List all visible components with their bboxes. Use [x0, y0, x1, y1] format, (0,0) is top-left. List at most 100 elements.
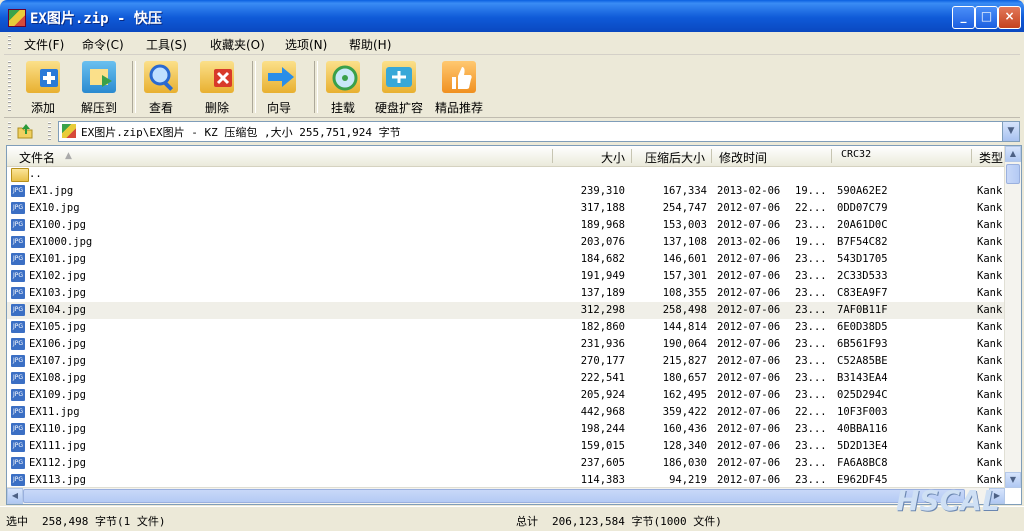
table-row[interactable]: JPG EX1.jpg 239,310 167,334 2013-02-06 19... 5… [7, 183, 1005, 200]
add-button[interactable]: 添加 [12, 59, 74, 115]
close-button[interactable]: × [998, 6, 1021, 29]
file-packed-size: 180,657 [662, 372, 707, 384]
table-row[interactable]: JPG EX101.jpg 184,682 146,601 2012-07-06 23..… [7, 251, 1005, 268]
column-type[interactable]: 类型 [979, 149, 1003, 166]
file-packed-size: 167,334 [662, 185, 707, 197]
delete-button[interactable]: 删除 [186, 59, 248, 115]
menu-options[interactable]: 选项(N) [285, 36, 327, 53]
scroll-left-button[interactable]: ◀ [7, 488, 23, 504]
recommend-button[interactable]: 精品推荐 [428, 59, 490, 115]
title-bar[interactable]: EX图片.zip - 快压 _ □ × [0, 0, 1024, 32]
path-dropdown-button[interactable]: ▼ [1002, 122, 1019, 141]
address-grip[interactable] [8, 122, 11, 140]
wizard-button[interactable]: 向导 [248, 59, 310, 115]
toolbar-grip[interactable] [8, 61, 11, 113]
table-row[interactable]: JPG EX111.jpg 159,015 128,340 2012-07-06 23..… [7, 438, 1005, 455]
menu-command[interactable]: 命令(C) [82, 36, 124, 53]
jpg-file-icon: JPG [11, 389, 25, 401]
extract-to-button[interactable]: 解压到 [68, 59, 130, 115]
file-date: 2012-07-06 [717, 355, 781, 367]
file-packed-size: 359,422 [662, 406, 707, 418]
menu-grip[interactable] [8, 35, 11, 51]
menu-file[interactable]: 文件(F) [24, 36, 64, 53]
minimize-button[interactable]: _ [952, 6, 975, 29]
file-time: 23... [795, 440, 827, 452]
table-row[interactable]: JPG EX11.jpg 442,968 359,422 2012-07-06 22...… [7, 404, 1005, 421]
up-folder-button[interactable] [14, 122, 36, 140]
file-name: EX109.jpg [29, 389, 86, 401]
add-label: 添加 [30, 101, 55, 115]
column-size[interactable]: 大小 [601, 149, 625, 166]
file-size: 159,015 [580, 440, 625, 452]
file-list[interactable]: 文件名 ▲ 大小 压缩后大小 修改时间 CRC32 类型 .. JPG EX1.j… [6, 145, 1022, 505]
table-row[interactable]: JPG EX108.jpg 222,541 180,657 2012-07-06 23..… [7, 370, 1005, 387]
view-button[interactable]: 查看 [130, 59, 192, 115]
scroll-up-button[interactable]: ▲ [1005, 146, 1021, 162]
file-time: 23... [795, 389, 827, 401]
column-crc[interactable]: CRC32 [841, 149, 871, 160]
table-row[interactable]: JPG EX106.jpg 231,936 190,064 2012-07-06 23..… [7, 336, 1005, 353]
file-packed-size: 258,498 [662, 304, 707, 316]
table-row[interactable]: JPG EX112.jpg 237,605 186,030 2012-07-06 23..… [7, 455, 1005, 472]
table-row[interactable]: JPG EX104.jpg 312,298 258,498 2012-07-06 23..… [7, 302, 1005, 319]
file-date: 2012-07-06 [717, 253, 781, 265]
table-row[interactable]: JPG EX107.jpg 270,177 215,827 2012-07-06 23..… [7, 353, 1005, 370]
jpg-file-icon: JPG [11, 270, 25, 282]
horizontal-scroll-thumb[interactable] [23, 489, 965, 503]
table-row[interactable]: JPG EX100.jpg 189,968 153,003 2012-07-06 23..… [7, 217, 1005, 234]
file-date: 2012-07-06 [717, 304, 781, 316]
file-size: 198,244 [580, 423, 625, 435]
table-row[interactable]: JPG EX1000.jpg 203,076 137,108 2013-02-06 19.… [7, 234, 1005, 251]
path-field[interactable]: EX图片.zip\EX图片 - KZ 压缩包 ,大小 255,751,924 字… [58, 121, 1020, 142]
file-size: 270,177 [580, 355, 625, 367]
table-row[interactable]: JPG EX109.jpg 205,924 162,495 2012-07-06 23..… [7, 387, 1005, 404]
jpg-file-icon: JPG [11, 253, 25, 265]
menu-help[interactable]: 帮助(H) [349, 36, 391, 53]
table-row[interactable]: JPG EX102.jpg 191,949 157,301 2012-07-06 23..… [7, 268, 1005, 285]
menu-tools[interactable]: 工具(S) [146, 36, 187, 53]
table-row[interactable]: JPG EX10.jpg 317,188 254,747 2012-07-06 22...… [7, 200, 1005, 217]
file-crc: 40BBA116 [837, 423, 888, 435]
column-divider[interactable] [552, 149, 553, 163]
table-row[interactable]: JPG EX110.jpg 198,244 160,436 2012-07-06 23..… [7, 421, 1005, 438]
menu-bar: 文件(F) 命令(C) 工具(S) 收藏夹(O) 选项(N) 帮助(H) [4, 32, 1020, 55]
file-name: EX100.jpg [29, 219, 86, 231]
up-arrow-icon [17, 124, 33, 139]
file-size: 312,298 [580, 304, 625, 316]
file-size: 239,310 [580, 185, 625, 197]
file-crc: 0DD07C79 [837, 202, 888, 214]
table-row[interactable]: JPG EX103.jpg 137,189 108,355 2012-07-06 23..… [7, 285, 1005, 302]
column-modified[interactable]: 修改时间 [719, 149, 767, 166]
file-time: 23... [795, 270, 827, 282]
disk-expand-button[interactable]: 硬盘扩容 [368, 59, 430, 115]
file-type: Kank [977, 440, 1003, 452]
file-packed-size: 94,219 [669, 474, 707, 486]
mount-button[interactable]: 挂载 [312, 59, 374, 115]
address-grip[interactable] [48, 122, 51, 140]
jpg-file-icon: JPG [11, 219, 25, 231]
status-total-value: 206,123,584 字节(1000 文件) [552, 515, 722, 528]
parent-folder-row[interactable]: .. [7, 166, 1005, 183]
file-packed-size: 108,355 [662, 287, 707, 299]
file-time: 23... [795, 219, 827, 231]
file-type: Kank [977, 338, 1003, 350]
maximize-button[interactable]: □ [975, 6, 998, 29]
column-divider[interactable] [711, 149, 712, 163]
jpg-file-icon: JPG [11, 355, 25, 367]
menu-favorites[interactable]: 收藏夹(O) [210, 36, 265, 53]
file-date: 2012-07-06 [717, 372, 781, 384]
horizontal-scrollbar[interactable]: ◀ ▶ [7, 487, 1005, 504]
status-total-label: 总计 [516, 515, 538, 528]
column-divider[interactable] [971, 149, 972, 163]
column-packed[interactable]: 压缩后大小 [645, 149, 705, 166]
vertical-scrollbar[interactable]: ▲ ▼ [1004, 146, 1021, 488]
file-date: 2012-07-06 [717, 423, 781, 435]
table-row[interactable]: JPG EX105.jpg 182,860 144,814 2012-07-06 23..… [7, 319, 1005, 336]
file-type: Kank [977, 389, 1003, 401]
file-time: 23... [795, 474, 827, 486]
file-time: 19... [795, 185, 827, 197]
column-name[interactable]: 文件名 [19, 149, 55, 166]
vertical-scroll-thumb[interactable] [1006, 164, 1020, 184]
column-divider[interactable] [831, 149, 832, 163]
column-divider[interactable] [631, 149, 632, 163]
